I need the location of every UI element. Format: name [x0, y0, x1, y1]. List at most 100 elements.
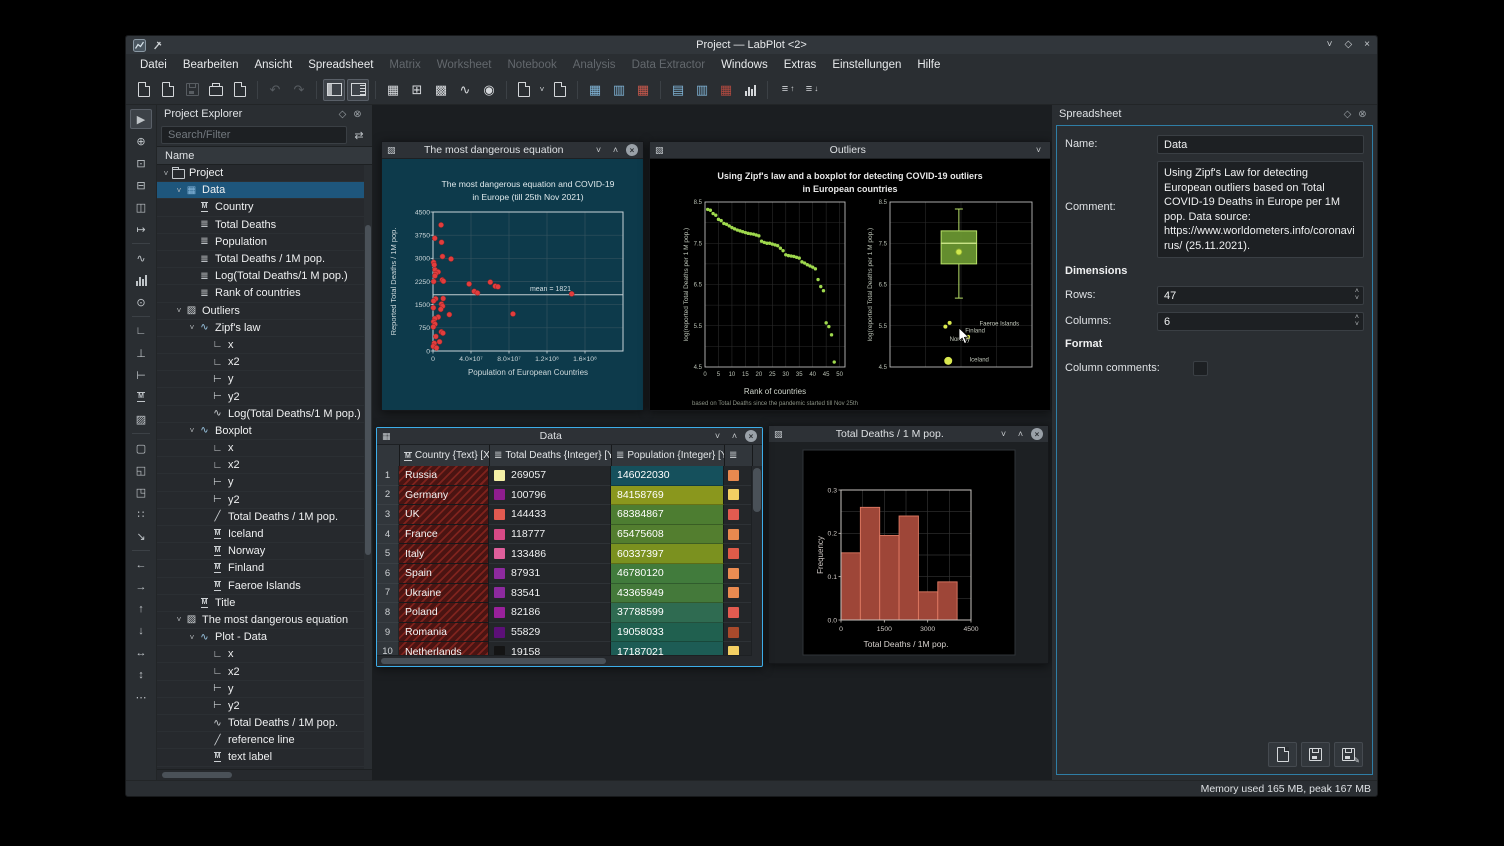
menu-item-extras[interactable]: Extras — [776, 57, 825, 73]
cell-extra[interactable] — [724, 466, 752, 486]
scatter-points-button[interactable]: ∷ — [130, 504, 152, 524]
cell-population[interactable]: 65475608 — [611, 525, 724, 545]
menu-item-hilfe[interactable]: Hilfe — [909, 57, 948, 73]
tree-item-y[interactable]: ⊢y — [157, 371, 372, 388]
add-histogram-button[interactable] — [130, 270, 152, 290]
print-button[interactable] — [205, 79, 227, 101]
add-axis-horizontal-button[interactable]: ⊥ — [130, 343, 152, 363]
subwindow-expand-icon[interactable]: ˄ — [1014, 428, 1027, 441]
zoom-in-button[interactable]: ▢ — [130, 438, 152, 458]
cell-country[interactable]: Germany — [399, 486, 489, 506]
tree-item-y2[interactable]: ⊢y2 — [157, 388, 372, 405]
table-row[interactable]: 2Germany10079684158769 — [377, 486, 752, 506]
tree-item-x[interactable]: ∟x — [157, 646, 372, 663]
worksheet-dangerous-equation[interactable]: The most dangerous equation and COVID-19… — [382, 159, 643, 410]
window-close-icon[interactable]: × — [1364, 36, 1370, 54]
tree-item-data[interactable]: ˅▦Data — [157, 182, 372, 199]
add-image-button[interactable]: ▨ — [130, 409, 152, 429]
remove-columns-button[interactable]: ▦ — [715, 79, 737, 101]
window-maximize-icon[interactable]: ◇ — [1344, 36, 1352, 54]
add-rows-button[interactable]: ▤ — [667, 79, 689, 101]
filter-options-icon[interactable]: ⇄ — [350, 126, 368, 144]
cell-extra[interactable] — [724, 564, 752, 584]
scale-auto-x-button[interactable]: ↔ — [130, 643, 152, 663]
tree-item-finland[interactable]: MFinland — [157, 560, 372, 577]
cell-extra[interactable] — [724, 486, 752, 506]
menu-item-matrix[interactable]: Matrix — [381, 57, 428, 73]
tree-item-text-label[interactable]: Mtext label — [157, 749, 372, 766]
new-workbook-button[interactable]: ▦ — [382, 79, 404, 101]
scale-auto-y-button[interactable]: ↕ — [130, 665, 152, 685]
menu-item-data-extractor[interactable]: Data Extractor — [624, 57, 714, 73]
rows-spinbox[interactable] — [1157, 286, 1364, 305]
table-row[interactable]: 9Romania5582919058033 — [377, 623, 752, 643]
tree-item-total-deaths-1m-pop-[interactable]: ≣Total Deaths / 1M pop. — [157, 251, 372, 268]
cursor-tool-button[interactable]: ↦ — [130, 219, 152, 239]
add-axis-button[interactable]: ∟ — [130, 321, 152, 341]
table-row[interactable]: 6Spain8793146780120 — [377, 564, 752, 584]
crosshair-cursor-button[interactable]: ⊕ — [130, 131, 152, 151]
import-data-button[interactable] — [513, 79, 535, 101]
insert-columns-button[interactable]: ▥ — [608, 79, 630, 101]
add-axis-vertical-button[interactable]: ⊢ — [130, 365, 152, 385]
save-template-button[interactable]: ✎ — [1334, 742, 1363, 767]
tree-item-the-most-dangerous-equation[interactable]: ˅▨The most dangerous equation — [157, 612, 372, 629]
cell-population[interactable]: 60337397 — [611, 544, 724, 564]
cell-population[interactable]: 19058033 — [611, 623, 724, 643]
project-explorer-header[interactable]: Project Explorer ◇ ⊗ — [157, 105, 372, 123]
tree-item-y2[interactable]: ⊢y2 — [157, 492, 372, 509]
chevron-down-icon[interactable]: ˅ — [187, 323, 197, 332]
tree-item-x2[interactable]: ∟x2 — [157, 354, 372, 371]
histogram-plot[interactable]: 01500300045000.00.10.20.3FrequencyTotal … — [769, 443, 1046, 663]
window-data-spreadsheet[interactable]: ▦Data˅˄× MCountry {Text} [X]≣Total Death… — [376, 427, 763, 667]
column-header-4[interactable]: ≣ — [725, 445, 753, 466]
spinner-arrows[interactable]: ˄˅ — [1355, 314, 1359, 328]
menu-item-ansicht[interactable]: Ansicht — [246, 57, 300, 73]
cell-population[interactable]: 37788599 — [611, 603, 724, 623]
tree-item-zipf-s-law[interactable]: ˅∿Zipf's law — [157, 320, 372, 337]
subwindow-titlebar[interactable]: ▧The most dangerous equation˅˄× — [382, 142, 643, 159]
subwindow-expand-icon[interactable]: ˄ — [728, 430, 741, 443]
tree-item-iceland[interactable]: MIceland — [157, 526, 372, 543]
shift-right-x-button[interactable]: → — [130, 577, 152, 597]
cell-country[interactable]: Netherlands — [399, 642, 489, 656]
cell-population[interactable]: 146022030 — [611, 466, 724, 486]
cell-total-deaths[interactable]: 100796 — [489, 486, 611, 506]
zoom-select-button[interactable]: ⊡ — [130, 153, 152, 173]
menu-item-bearbeiten[interactable]: Bearbeiten — [175, 57, 247, 73]
cell-country[interactable]: Poland — [399, 603, 489, 623]
table-row[interactable]: 5Italy13348660337397 — [377, 544, 752, 564]
new-spreadsheet-button[interactable]: ⊞ — [406, 79, 428, 101]
cell-country[interactable]: Romania — [399, 623, 489, 643]
worksheet-histogram[interactable]: 01500300045000.00.10.20.3FrequencyTotal … — [769, 443, 1048, 663]
zoom-y-select-button[interactable]: ◫ — [130, 197, 152, 217]
column-header-2[interactable]: ≣Total Deaths {Integer} [Y] — [490, 445, 612, 466]
tree-item-log-total-deaths-1-m-pop-[interactable]: ≣Log(Total Deaths/1 M pop.) — [157, 268, 372, 285]
tree-item-country[interactable]: MCountry — [157, 199, 372, 216]
tree-item-norway[interactable]: MNorway — [157, 543, 372, 560]
subwindow-close-icon[interactable]: × — [745, 430, 757, 442]
cell-total-deaths[interactable]: 55829 — [489, 623, 611, 643]
cell-population[interactable]: 17187021 — [611, 642, 724, 656]
tree-item-x2[interactable]: ∟x2 — [157, 457, 372, 474]
row-number[interactable]: 10 — [377, 642, 399, 656]
add-boxplot-button[interactable]: ⊙ — [130, 292, 152, 312]
export-data-button[interactable] — [549, 79, 571, 101]
cell-country[interactable]: UK — [399, 505, 489, 525]
outliers-worksheet-plots[interactable]: Using Zipf's law and a boxplot for detec… — [650, 159, 1048, 410]
subwindow-titlebar[interactable]: ▦Data˅˄× — [377, 428, 762, 445]
chevron-down-icon[interactable]: ˅ — [161, 169, 171, 178]
cell-population[interactable]: 46780120 — [611, 564, 724, 584]
add-xy-curve-button[interactable]: ∿ — [130, 248, 152, 268]
tree-item-faeroe-islands[interactable]: MFaeroe Islands — [157, 578, 372, 595]
tree-item-total-deaths[interactable]: ≣Total Deaths — [157, 217, 372, 234]
tree-item-rank-of-countries[interactable]: ≣Rank of countries — [157, 285, 372, 302]
table-row[interactable]: 7Ukraine8354143365949 — [377, 584, 752, 604]
row-number[interactable]: 9 — [377, 623, 399, 643]
window-histogram[interactable]: ▧Total Deaths / 1 M pop.˅˄× 015003000450… — [768, 425, 1049, 664]
print-preview-button[interactable] — [229, 79, 251, 101]
cell-total-deaths[interactable]: 87931 — [489, 564, 611, 584]
subwindow-collapse-icon[interactable]: ˅ — [711, 430, 724, 443]
table-row[interactable]: 3UK14443368384867 — [377, 505, 752, 525]
tree-column-header[interactable]: Name — [157, 146, 372, 165]
